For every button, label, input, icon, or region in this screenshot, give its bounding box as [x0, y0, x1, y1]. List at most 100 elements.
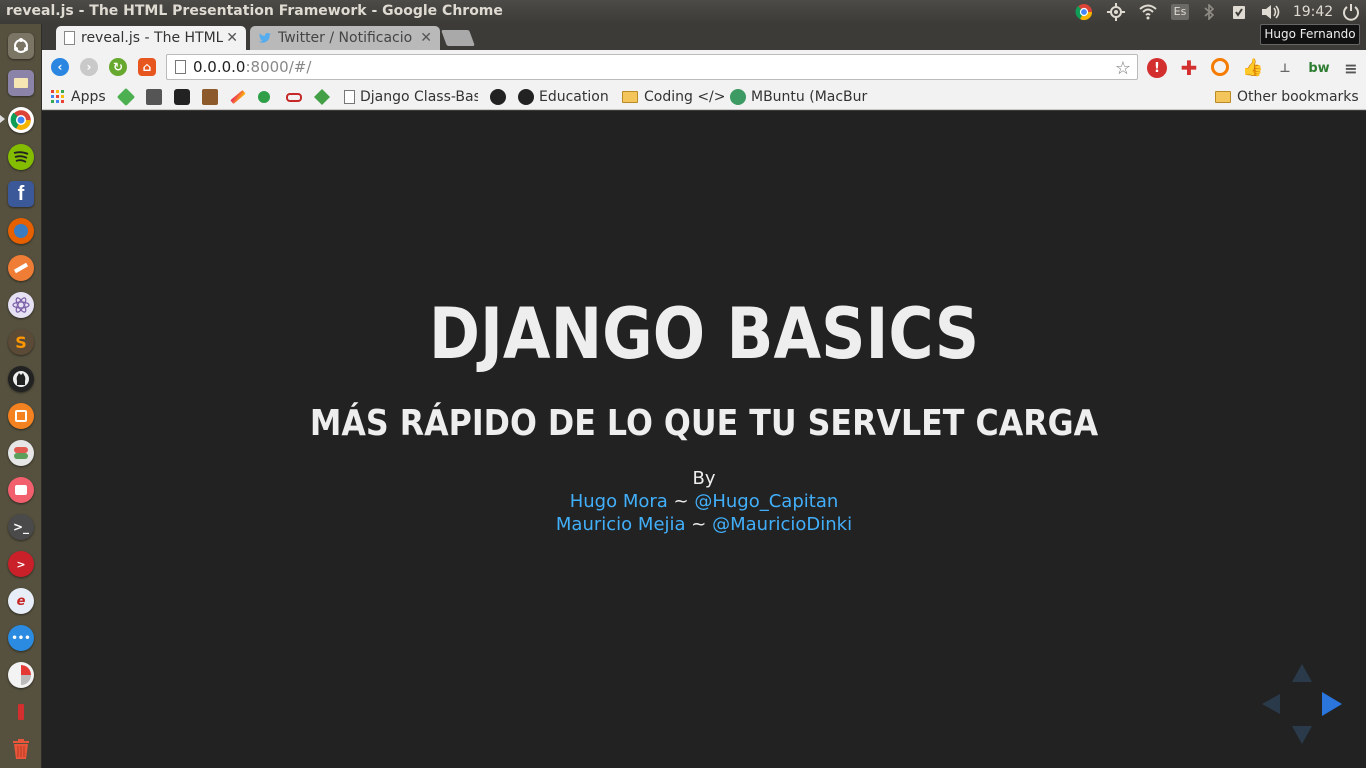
folder-icon	[1215, 91, 1231, 103]
bookmark-folder-coding[interactable]: Coding </>	[622, 88, 726, 106]
bookmark-folder-other[interactable]: Other bookmarks	[1215, 88, 1359, 106]
slide-title: DJANGO BASICS	[428, 293, 980, 375]
author-name-link[interactable]: Hugo Mora	[570, 491, 668, 512]
separator: ~	[691, 514, 707, 535]
tab-reveal[interactable]: reveal.js - The HTML ✕	[56, 26, 246, 50]
bookmark-icon-7[interactable]	[286, 88, 307, 106]
remote-icon[interactable]: >	[8, 551, 34, 577]
bluetooth-icon[interactable]	[1200, 3, 1218, 21]
feedly-icon	[314, 89, 330, 105]
diamond-icon	[116, 87, 136, 107]
tab-label: reveal.js - The HTML	[81, 30, 223, 46]
bookmark-label: Coding </>	[644, 89, 726, 105]
apps-shortcut[interactable]: Apps	[50, 88, 106, 106]
bookmark-github[interactable]	[490, 88, 511, 106]
nav-right-arrow-icon[interactable]	[1322, 692, 1342, 716]
window-title: reveal.js - The HTML Presentation Framew…	[6, 3, 503, 19]
nav-up-arrow-icon[interactable]	[1292, 664, 1312, 682]
editor-icon[interactable]: e	[8, 588, 34, 614]
leaf-icon	[258, 91, 270, 103]
author-line: Hugo Mora ~ @Hugo_Capitan	[42, 490, 1366, 513]
author-handle-link[interactable]: @MauricioDinki	[712, 514, 852, 535]
tab-twitter[interactable]: Twitter / Notificacio ✕	[250, 26, 440, 50]
pencil-app-icon[interactable]	[8, 255, 34, 281]
keyboard-language-indicator[interactable]: Es	[1170, 3, 1190, 21]
extension-ring-icon[interactable]	[1211, 58, 1229, 76]
firefox-icon[interactable]	[8, 218, 34, 244]
bookmark-icon-5[interactable]	[230, 88, 251, 106]
github-icon[interactable]	[8, 366, 34, 392]
user-name-tooltip: Hugo Fernando	[1260, 24, 1360, 45]
extension-alert-icon[interactable]: !	[1147, 58, 1167, 78]
author-handle-link[interactable]: @Hugo_Capitan	[694, 491, 838, 512]
apps-label: Apps	[71, 89, 106, 105]
apps-grid-icon	[51, 90, 64, 103]
wifi-icon[interactable]	[1138, 3, 1158, 21]
forward-button[interactable]: ›	[80, 58, 98, 76]
power-icon[interactable]	[1340, 3, 1362, 21]
page-icon	[175, 60, 186, 74]
language-label: Es	[1170, 4, 1190, 20]
bookmark-django[interactable]: Django Class-Bas	[344, 88, 478, 106]
home-button[interactable]: ⌂	[138, 58, 156, 76]
bookmark-icon-3[interactable]	[174, 88, 195, 106]
bookmark-icon-6[interactable]	[258, 88, 275, 106]
back-button[interactable]: ‹	[51, 58, 69, 76]
slide-navigation-controls	[1262, 664, 1342, 744]
like-extension-icon[interactable]: 👍	[1242, 58, 1263, 78]
settings-icon[interactable]	[8, 440, 34, 466]
url-host: 0.0.0.0	[193, 58, 246, 76]
bookmark-icon-2[interactable]	[146, 88, 167, 106]
github-icon	[490, 89, 506, 105]
portrait-icon	[146, 89, 162, 105]
facebook-icon[interactable]: f	[8, 181, 34, 207]
slide-subtitle: MÁS RÁPIDO DE LO QUE TU SERVLET CARGA	[309, 403, 1099, 444]
reload-button[interactable]: ↻	[109, 58, 127, 76]
bookmark-icon-8[interactable]	[314, 88, 335, 106]
bookmark-icon-1[interactable]	[116, 87, 139, 107]
page-icon	[64, 31, 75, 45]
disk-icon[interactable]	[8, 662, 34, 688]
author-name-link[interactable]: Mauricio Mejia	[556, 514, 686, 535]
nav-down-arrow-icon[interactable]	[1292, 726, 1312, 744]
messaging-icon[interactable]: •••	[8, 625, 34, 651]
address-bar[interactable]: 0.0.0.0:8000/#/ ☆	[166, 54, 1138, 80]
software-center-icon[interactable]	[8, 403, 34, 429]
menu-icon[interactable]: ≡	[1341, 58, 1361, 78]
terminal-icon[interactable]: >_	[8, 514, 34, 540]
clock[interactable]: 19:42	[1292, 3, 1334, 21]
mbuntu-icon	[730, 89, 746, 105]
volume-icon[interactable]	[1260, 3, 1282, 21]
spotify-icon[interactable]	[8, 144, 34, 170]
chrome-tray-icon[interactable]	[1074, 3, 1094, 21]
bw-extension-icon[interactable]: bw	[1304, 58, 1334, 78]
files-icon[interactable]	[8, 70, 34, 96]
extension-plus-icon[interactable]: ✚	[1179, 56, 1199, 80]
bookmark-education[interactable]: Education	[518, 88, 609, 106]
top-panel: reveal.js - The HTML Presentation Framew…	[0, 0, 1366, 24]
extension-tool-icon[interactable]: ⊥	[1275, 58, 1295, 78]
bookmark-icon-4[interactable]	[202, 88, 223, 106]
presentation-slide: DJANGO BASICS MÁS RÁPIDO DE LO QUE TU SE…	[42, 111, 1366, 768]
twitter-icon	[258, 32, 272, 43]
close-icon[interactable]: ✕	[226, 30, 238, 46]
separator: ~	[673, 491, 689, 512]
by-label: By	[692, 468, 716, 489]
usb-icon[interactable]	[8, 699, 34, 725]
bookmark-star-icon[interactable]: ☆	[1115, 57, 1131, 81]
dash-icon[interactable]	[8, 33, 34, 59]
location-icon[interactable]	[1105, 3, 1127, 21]
sublime-icon[interactable]: S	[8, 329, 34, 355]
bookmarks-bar: Apps Django Class-Bas Education Coding <…	[42, 84, 1366, 110]
chrome-icon[interactable]	[8, 107, 34, 133]
app-icon[interactable]	[8, 477, 34, 503]
close-icon[interactable]: ✕	[420, 30, 432, 46]
trash-icon[interactable]	[8, 736, 34, 762]
url-path: :8000/#/	[245, 58, 312, 76]
browser-toolbar: ‹ › ↻ ⌂ 0.0.0.0:8000/#/ ☆ ! ✚ 👍 ⊥ bw ≡	[42, 50, 1366, 84]
bookmark-mbuntu[interactable]: MBuntu (MacBur	[730, 88, 869, 106]
nav-left-arrow-icon[interactable]	[1262, 694, 1280, 714]
atom-icon[interactable]	[8, 292, 34, 318]
updates-icon[interactable]	[1230, 3, 1248, 21]
new-tab-button[interactable]	[441, 30, 475, 46]
